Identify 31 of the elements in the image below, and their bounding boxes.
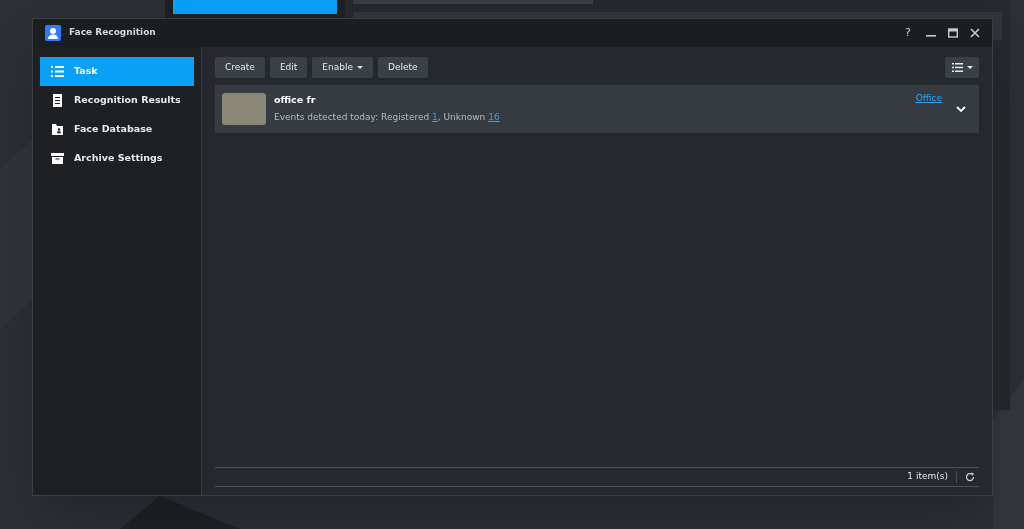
caret-icon <box>357 65 363 70</box>
caret-icon <box>966 65 973 70</box>
document-icon <box>51 94 64 107</box>
unknown-link[interactable]: 16 <box>488 111 500 125</box>
sidebar-item[interactable]: Face Database <box>40 115 194 144</box>
item-count: 1 item(s) <box>907 470 948 484</box>
list-icon <box>51 65 64 78</box>
events-text: Events detected today: Registered <box>274 111 431 125</box>
list-icon <box>951 63 963 72</box>
chevron-down-icon[interactable] <box>956 105 966 113</box>
close-icon[interactable] <box>970 28 980 38</box>
events-text: , Unknown <box>437 111 487 125</box>
refresh-icon[interactable] <box>965 472 975 482</box>
view-toggle-button[interactable] <box>945 57 979 78</box>
task-card[interactable]: office fr Events detected today: Registered 1, Unknown 16 Office <box>215 85 979 133</box>
sidebar-item[interactable]: Archive Settings <box>40 144 194 173</box>
toolbar-button[interactable]: Edit <box>269 57 308 78</box>
task-name: office fr <box>274 93 317 108</box>
app-icon <box>45 25 61 41</box>
registered-link[interactable]: 1 <box>432 111 438 125</box>
window-title: Face Recognition <box>69 26 156 40</box>
toolbar-button[interactable]: Delete <box>378 57 428 78</box>
maximize-icon[interactable] <box>948 28 958 38</box>
folder-icon <box>51 123 64 136</box>
sidebar-item[interactable]: Recognition Results <box>40 86 194 115</box>
dropdown-button[interactable]: Enable <box>312 57 373 78</box>
photo-placeholder <box>222 93 266 125</box>
location-link[interactable]: Office <box>915 92 942 106</box>
help-button[interactable]: ? <box>902 24 914 42</box>
archive-icon <box>51 152 64 165</box>
toolbar-button[interactable]: Create <box>215 57 265 78</box>
